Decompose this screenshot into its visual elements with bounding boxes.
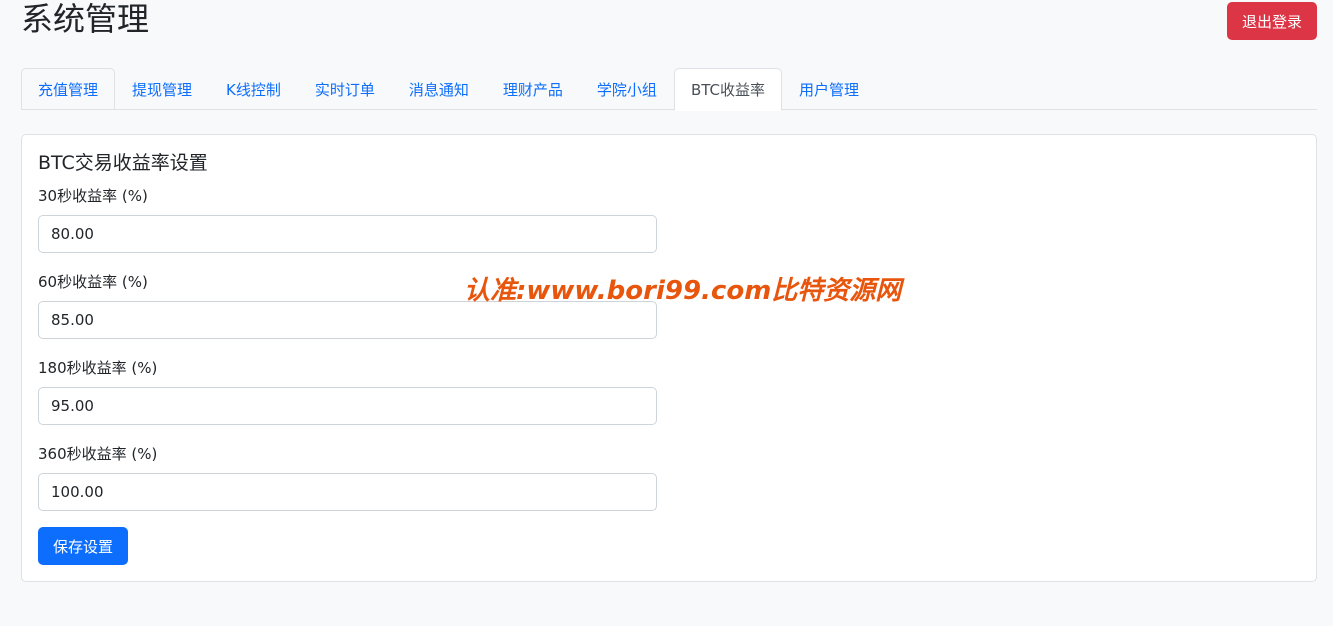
logout-button[interactable]: 退出登录: [1227, 2, 1317, 40]
tab-recharge[interactable]: 充值管理: [21, 68, 116, 110]
save-settings-button[interactable]: 保存设置: [38, 527, 128, 565]
yield-360s-label: 360秒收益率 (%): [38, 445, 158, 463]
yield-360s-input[interactable]: [38, 473, 657, 511]
watermark-text: 认准:www.bori99.com比特资源网: [464, 276, 902, 306]
page-title: 系统管理: [21, 0, 150, 38]
tab-academy-groups[interactable]: 学院小组: [580, 68, 674, 110]
yield-30s-input[interactable]: [38, 215, 657, 253]
tab-withdraw[interactable]: 提现管理: [115, 68, 209, 110]
yield-180s-label: 180秒收益率 (%): [38, 359, 158, 377]
tab-realtime-orders[interactable]: 实时订单: [298, 68, 392, 110]
tab-kline-control[interactable]: K线控制: [209, 68, 298, 110]
tab-user-management[interactable]: 用户管理: [782, 68, 876, 110]
tab-btc-yield[interactable]: BTC收益率: [673, 68, 782, 111]
yield-180s-input[interactable]: [38, 387, 657, 425]
tab-notifications[interactable]: 消息通知: [392, 68, 486, 110]
yield-30s-label: 30秒收益率 (%): [38, 187, 148, 205]
yield-60s-label: 60秒收益率 (%): [38, 273, 148, 291]
nav-tabs: 充值管理 提现管理 K线控制 实时订单 消息通知 理财产品 学院小组 BTC收益…: [21, 68, 1317, 111]
settings-card: BTC交易收益率设置 30秒收益率 (%) 60秒收益率 (%) 180秒收益率…: [21, 134, 1317, 582]
tab-finance-products[interactable]: 理财产品: [486, 68, 580, 110]
settings-title: BTC交易收益率设置: [38, 152, 208, 174]
